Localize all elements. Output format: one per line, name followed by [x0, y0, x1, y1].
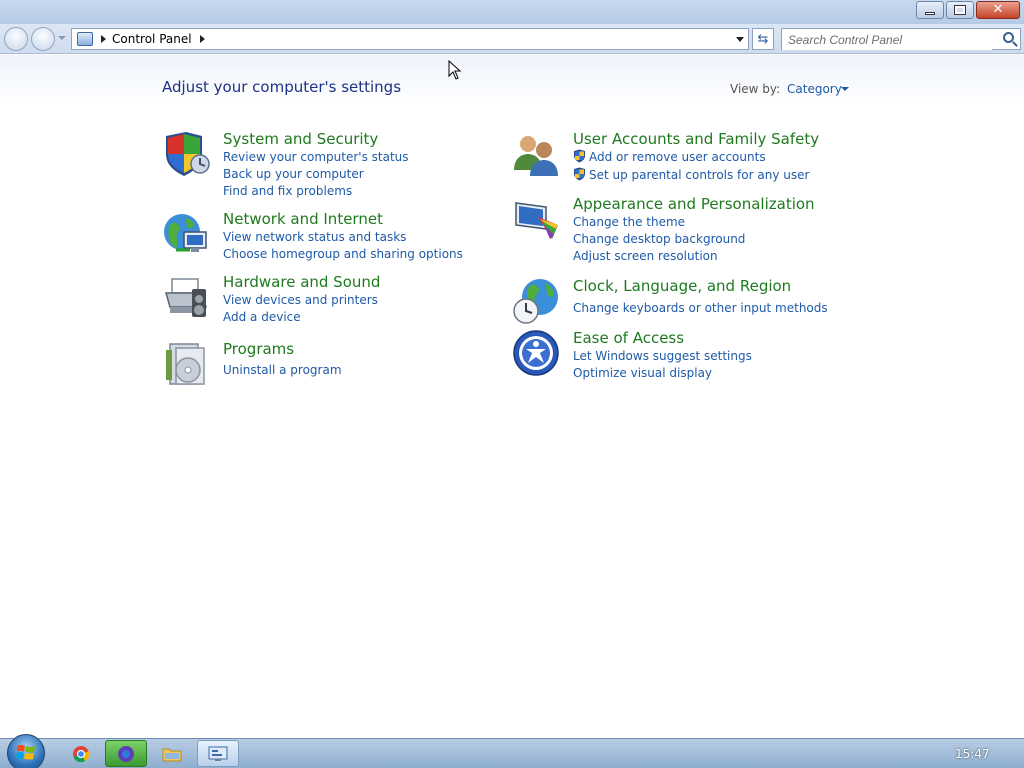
title-bar: ✕: [0, 0, 1024, 24]
category-title[interactable]: User Accounts and Family Safety: [573, 130, 819, 148]
page-title: Adjust your computer's settings: [162, 78, 402, 96]
mouse-cursor-icon: [448, 60, 462, 80]
start-button[interactable]: [7, 734, 45, 768]
link-desktop-background[interactable]: Change desktop background: [573, 232, 745, 246]
search-input[interactable]: [782, 30, 992, 50]
link-network-status[interactable]: View network status and tasks: [223, 230, 406, 244]
control-panel-icon: [208, 746, 228, 761]
category-system-security: System and Security Review your computer…: [162, 130, 482, 205]
category-programs: Programs Uninstall a program: [162, 340, 482, 390]
link-back-up[interactable]: Back up your computer: [223, 167, 364, 181]
link-uninstall-program[interactable]: Uninstall a program: [223, 363, 342, 377]
breadcrumb-control-panel[interactable]: Control Panel: [112, 32, 192, 46]
view-by-dropdown[interactable]: Category: [787, 82, 842, 96]
link-find-fix-problems[interactable]: Find and fix problems: [223, 184, 352, 198]
taskbar-explorer[interactable]: [151, 740, 193, 767]
category-title[interactable]: Hardware and Sound: [223, 273, 380, 291]
restore-button[interactable]: [946, 1, 974, 19]
address-bar[interactable]: Control Panel: [71, 28, 749, 50]
chevron-down-icon[interactable]: [841, 87, 849, 91]
category-network-internet: Network and Internet View network status…: [162, 210, 482, 270]
search-icon[interactable]: [1003, 32, 1014, 43]
link-change-keyboards[interactable]: Change keyboards or other input methods: [573, 301, 828, 315]
users-icon[interactable]: [512, 130, 560, 178]
address-dropdown-icon[interactable]: [736, 37, 744, 42]
refresh-button[interactable]: ⇆: [752, 28, 774, 50]
content-area: Adjust your computer's settings View by:…: [0, 55, 1024, 738]
category-title[interactable]: Appearance and Personalization: [573, 195, 815, 213]
category-ease-of-access: Ease of Access Let Windows suggest setti…: [512, 329, 852, 389]
minimize-icon: [925, 11, 935, 15]
category-hardware-sound: Hardware and Sound View devices and prin…: [162, 273, 482, 333]
breadcrumb-arrow-icon[interactable]: [101, 35, 106, 43]
taskbar-control-panel[interactable]: [197, 740, 239, 767]
uac-shield-icon: [574, 149, 585, 163]
link-add-remove-users[interactable]: Add or remove user accounts: [589, 150, 766, 164]
window-controls: ✕: [914, 1, 1020, 19]
restore-icon: [954, 5, 966, 15]
close-icon: ✕: [992, 2, 1004, 17]
category-title[interactable]: Clock, Language, and Region: [573, 277, 791, 295]
programs-disc-icon[interactable]: [162, 340, 210, 388]
category-title[interactable]: System and Security: [223, 130, 378, 148]
category-title[interactable]: Ease of Access: [573, 329, 684, 347]
ease-of-access-icon[interactable]: [512, 329, 560, 377]
taskbar-clock[interactable]: 15:47: [955, 747, 990, 761]
link-homegroup-sharing[interactable]: Choose homegroup and sharing options: [223, 247, 463, 261]
chrome-icon: [73, 745, 90, 762]
category-clock-language-region: Clock, Language, and Region Change keybo…: [512, 277, 852, 327]
category-appearance: Appearance and Personalization Change th…: [512, 195, 852, 270]
category-title[interactable]: Network and Internet: [223, 210, 383, 228]
link-review-status[interactable]: Review your computer's status: [223, 150, 409, 164]
link-windows-suggest-settings[interactable]: Let Windows suggest settings: [573, 349, 752, 363]
monitor-palette-icon[interactable]: [512, 195, 560, 243]
link-parental-controls[interactable]: Set up parental controls for any user: [589, 168, 809, 182]
taskbar-chrome[interactable]: [60, 740, 102, 767]
category-title[interactable]: Programs: [223, 340, 294, 358]
uac-shield-icon: [574, 167, 585, 181]
network-globe-icon[interactable]: [162, 210, 210, 258]
navigation-bar: Control Panel ⇆: [0, 24, 1024, 54]
link-optimize-visual-display[interactable]: Optimize visual display: [573, 366, 712, 380]
link-change-theme[interactable]: Change the theme: [573, 215, 685, 229]
taskbar-browser[interactable]: [105, 740, 147, 767]
folder-icon: [162, 748, 182, 761]
shield-icon[interactable]: [162, 130, 210, 178]
breadcrumb-arrow-icon[interactable]: [199, 35, 205, 43]
globe-clock-icon[interactable]: [512, 277, 560, 325]
refresh-icon: ⇆: [757, 31, 769, 47]
view-by-label: View by:: [730, 82, 781, 96]
search-box[interactable]: [781, 28, 1021, 50]
windows-logo-icon: [16, 744, 35, 760]
close-button[interactable]: ✕: [976, 1, 1020, 19]
link-devices-printers[interactable]: View devices and printers: [223, 293, 378, 307]
recent-pages-dropdown[interactable]: [58, 36, 66, 40]
link-screen-resolution[interactable]: Adjust screen resolution: [573, 249, 718, 263]
category-user-accounts: User Accounts and Family Safety Add or r…: [512, 130, 852, 190]
back-button[interactable]: [4, 27, 28, 51]
browser-icon: [118, 745, 134, 762]
minimize-button[interactable]: [916, 1, 944, 19]
control-panel-icon: [77, 32, 93, 46]
link-add-device[interactable]: Add a device: [223, 310, 301, 324]
printer-speaker-icon[interactable]: [162, 273, 210, 321]
taskbar: 15:47: [0, 734, 1024, 768]
forward-button[interactable]: [31, 27, 55, 51]
